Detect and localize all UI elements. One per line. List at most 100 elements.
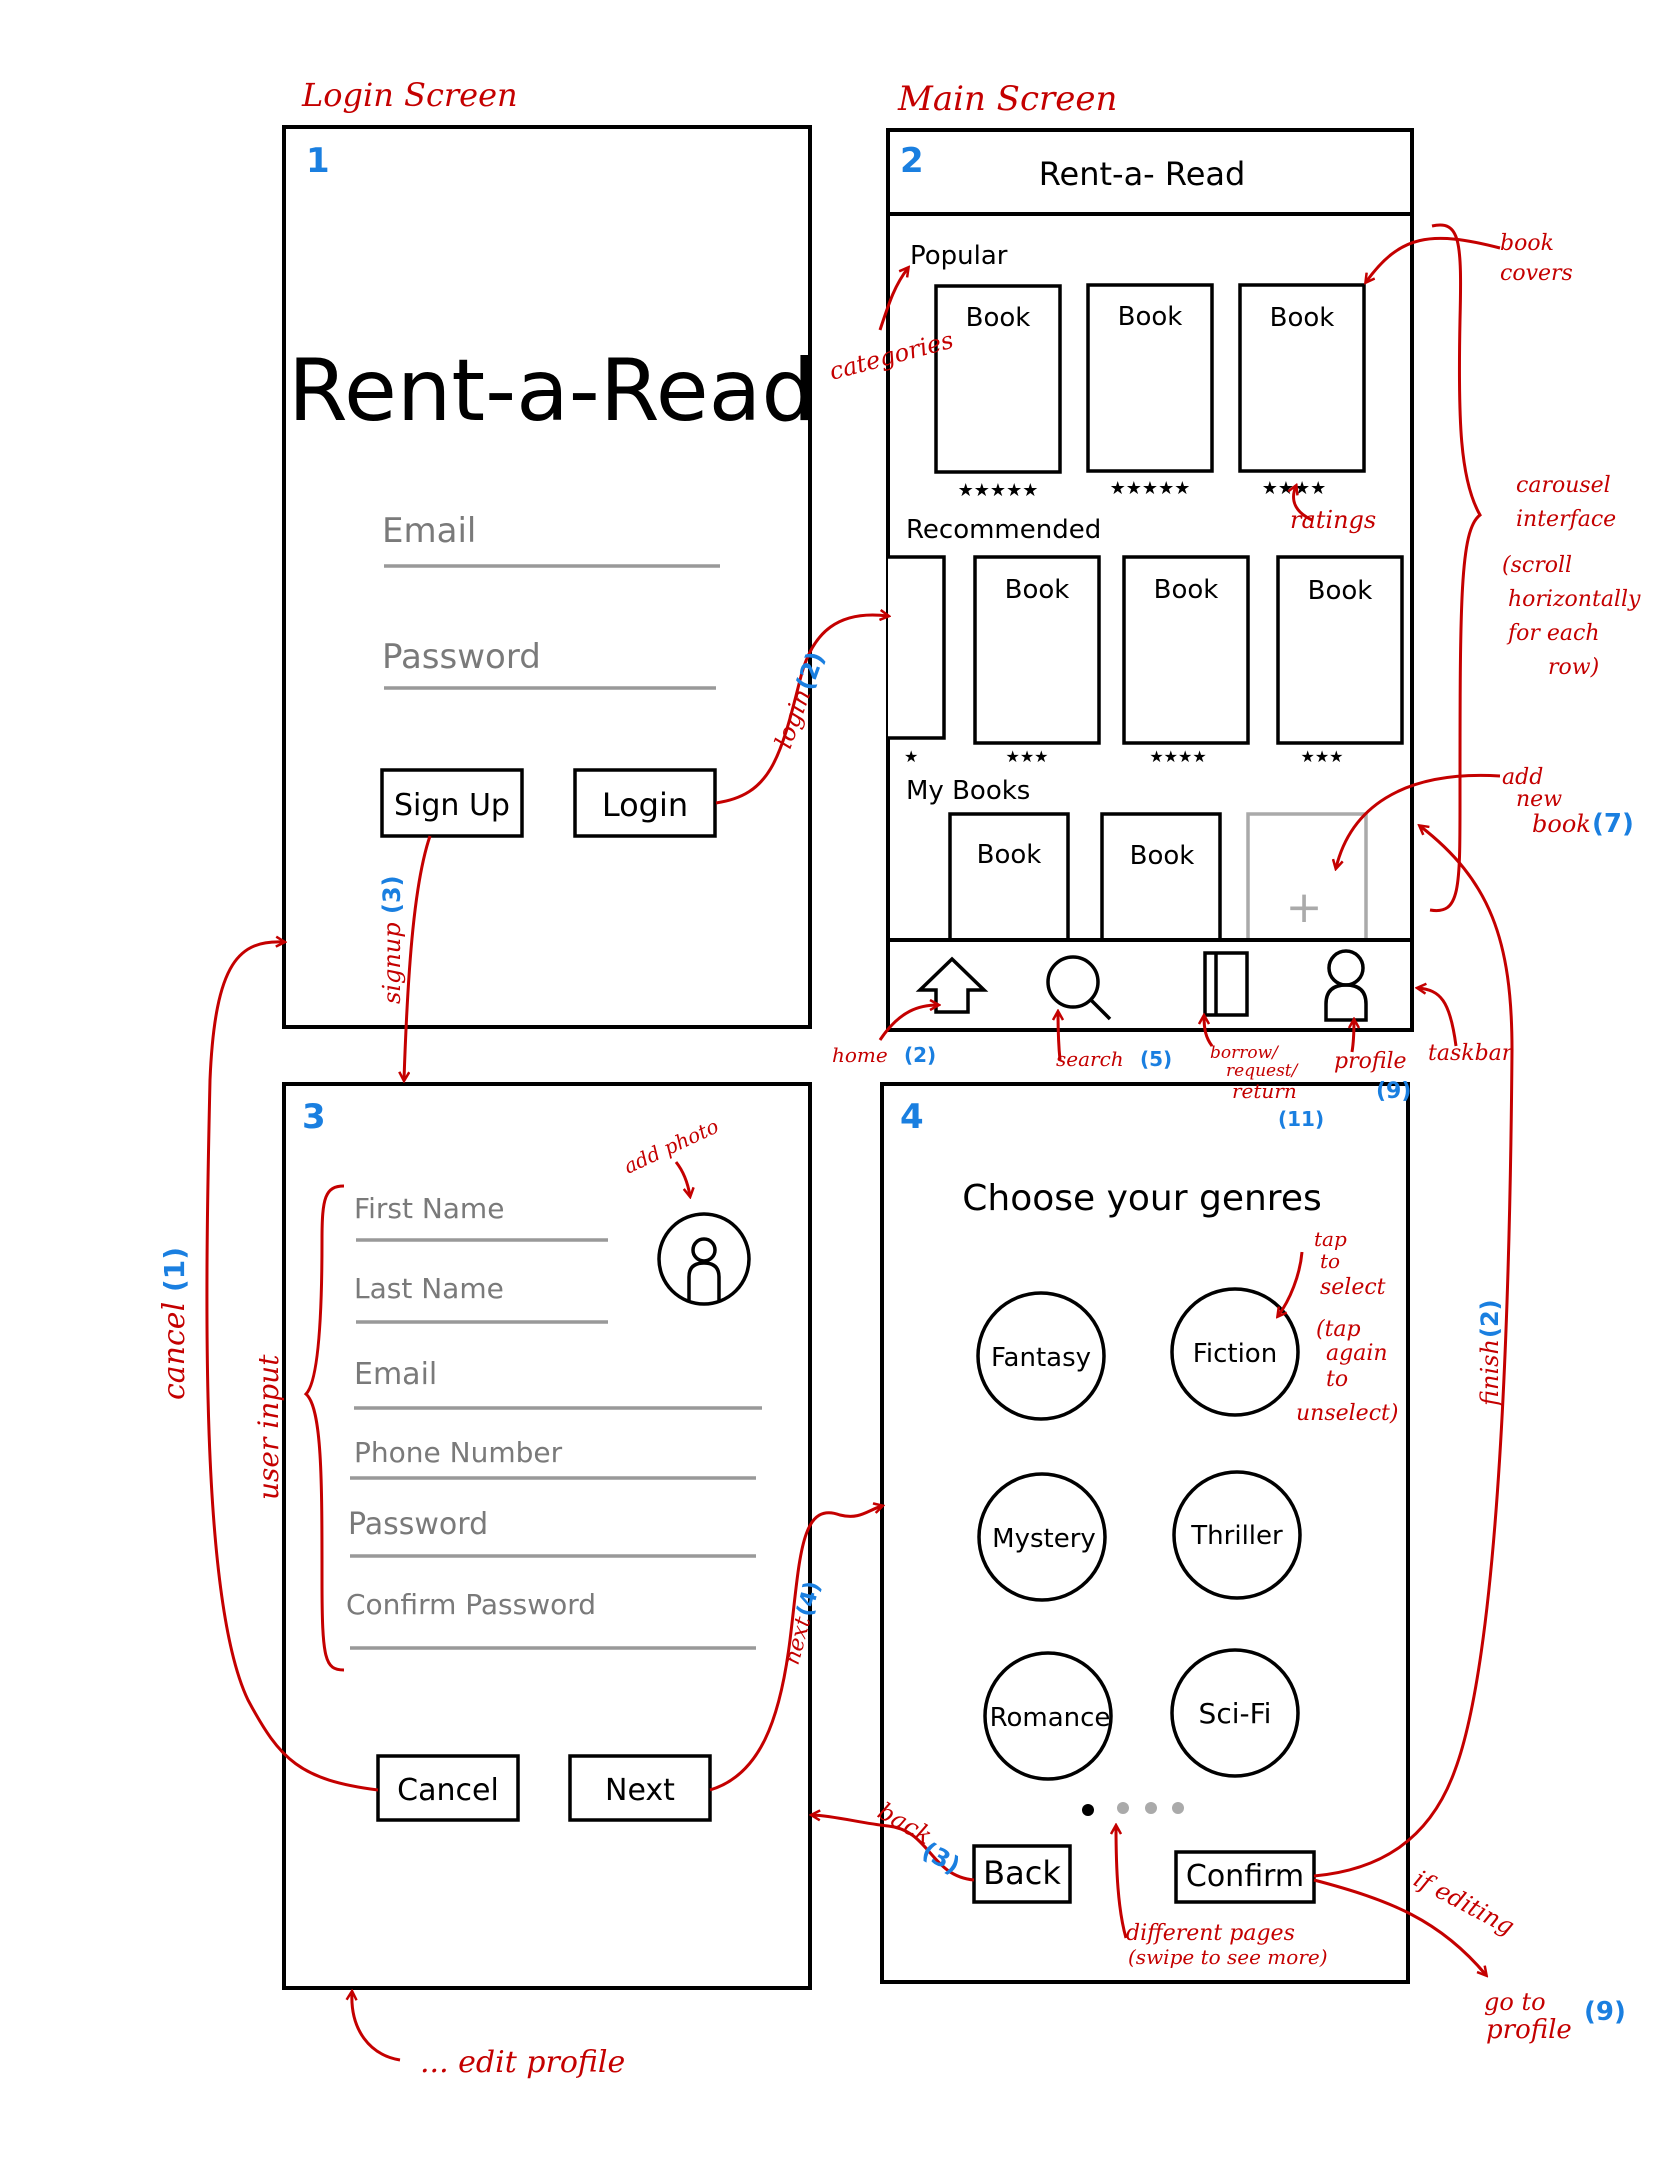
page-dot — [1172, 1802, 1184, 1814]
back-label: Back — [983, 1854, 1061, 1892]
add-photo-annotation: add photo — [620, 1114, 722, 1179]
home-annotation: home (2) — [832, 1043, 936, 1067]
first-name-field[interactable]: First Name — [354, 1192, 608, 1242]
back-button[interactable]: Back — [972, 1844, 1072, 1904]
user-input-annotation: user input — [252, 1354, 285, 1500]
sign-up-button[interactable]: Sign Up — [380, 768, 524, 838]
genre-romance[interactable]: Romance — [983, 1651, 1113, 1781]
genre-mystery[interactable]: Mystery — [977, 1472, 1107, 1602]
popular-book-card[interactable]: Book ★★★★★ — [1086, 283, 1214, 499]
svg-text:(3): (3) — [378, 875, 406, 914]
tap-annotation-line5: again — [1326, 1341, 1388, 1366]
email-field[interactable]: Email — [354, 1357, 762, 1410]
profile-annotation: profile — [1334, 1049, 1407, 1074]
carousel-annotation-line3: (scroll — [1502, 553, 1572, 578]
book-icon[interactable] — [1203, 951, 1249, 1017]
edit-profile-annotation: ... edit profile — [420, 2045, 625, 2080]
goto-profile-annotation-line1: go to — [1484, 1988, 1546, 2016]
book-cover-label: Book — [977, 840, 1042, 870]
svg-text:cancel: cancel — [157, 1302, 192, 1400]
search-icon[interactable] — [1046, 955, 1112, 1021]
tap-annotation-line1: tap — [1314, 1227, 1347, 1251]
taskbar-annotation: taskbar — [1428, 1041, 1514, 1066]
book-cover-label: Book — [966, 303, 1031, 333]
svg-text:finish: finish — [1476, 1339, 1504, 1408]
carousel-annotation-line2: interface — [1516, 507, 1616, 532]
borrow-annotation-line1: borrow/ — [1210, 1043, 1280, 1063]
svg-text:(2): (2) — [1476, 1299, 1504, 1338]
book-rating: ★ — [904, 747, 918, 766]
if-editing-annotation: if editing — [1409, 1865, 1519, 1941]
popular-book-card[interactable]: Book ★★★★ — [1238, 283, 1366, 499]
genre-fantasy[interactable]: Fantasy — [976, 1291, 1106, 1421]
recommended-book-card[interactable]: ★ — [888, 555, 946, 766]
my-book-card[interactable]: Book — [948, 812, 1070, 940]
carousel-brace — [1429, 223, 1482, 913]
taskbar-arrow — [1418, 988, 1458, 1047]
genre-label: Fantasy — [991, 1343, 1091, 1373]
tap-annotation-line4: (tap — [1316, 1317, 1361, 1342]
app-title: Rent-a-Read — [288, 341, 816, 441]
email-placeholder: Email — [354, 1357, 437, 1392]
book-rating: ★★★★★ — [958, 480, 1039, 501]
tap-annotation-line6: to — [1326, 1367, 1348, 1392]
my-books-label: My Books — [906, 776, 1030, 806]
popular-book-card[interactable]: Book ★★★★★ — [934, 284, 1062, 501]
page-indicator[interactable] — [1082, 1802, 1184, 1816]
genre-label: Mystery — [992, 1524, 1096, 1554]
phone-number-field[interactable]: Phone Number — [350, 1436, 756, 1480]
genre-thriller[interactable]: Thriller — [1172, 1470, 1302, 1600]
confirm-password-field[interactable]: Confirm Password — [346, 1588, 756, 1650]
recommended-book-card[interactable]: Book ★★★ — [1276, 555, 1404, 766]
categories-arrow — [878, 268, 908, 331]
tap-annotation-line3: select — [1320, 1275, 1386, 1300]
next-button[interactable]: Next — [568, 1754, 712, 1822]
login-button[interactable]: Login — [573, 768, 717, 838]
login-label: Login — [602, 786, 688, 824]
ratings-annotation: ratings — [1290, 506, 1376, 534]
add-new-book-button[interactable]: + — [1246, 812, 1368, 940]
svg-text:(5): (5) — [1140, 1047, 1172, 1071]
next-annotation: next (4) — [780, 1579, 826, 1668]
sign-up-label: Sign Up — [394, 788, 510, 823]
login-annotation: login (2) — [769, 648, 830, 752]
edit-profile-arrow — [352, 1992, 401, 2062]
password-field[interactable]: Password — [348, 1507, 756, 1558]
confirm-button[interactable]: Confirm — [1174, 1850, 1316, 1904]
svg-text:(7): (7) — [1592, 809, 1634, 839]
book-rating: ★★★ — [1300, 747, 1343, 766]
svg-text:(2): (2) — [791, 648, 831, 694]
my-book-card[interactable]: Book — [1100, 812, 1222, 940]
genres-title: Choose your genres — [962, 1178, 1321, 1219]
add-photo-button[interactable] — [657, 1212, 751, 1306]
genre-fiction[interactable]: Fiction — [1170, 1287, 1300, 1417]
genre-sci-fi[interactable]: Sci-Fi — [1170, 1648, 1300, 1778]
carousel-annotation-line6: row) — [1548, 655, 1599, 680]
carousel-annotation-line5: for each — [1506, 621, 1600, 646]
last-name-field[interactable]: Last Name — [354, 1272, 608, 1324]
pages-arrow — [1116, 1826, 1128, 1939]
recommended-book-card[interactable]: Book ★★★ — [973, 555, 1101, 766]
phone-placeholder: Phone Number — [354, 1436, 563, 1469]
popular-label: Popular — [910, 241, 1008, 271]
profile-arrow — [1352, 1020, 1354, 1053]
book-rating: ★★★★ — [1149, 747, 1206, 766]
profile-icon[interactable] — [1324, 949, 1368, 1022]
password-field[interactable]: Password — [382, 637, 716, 690]
cancel-flow-arrow — [205, 942, 379, 1792]
cancel-button[interactable]: Cancel — [376, 1754, 520, 1822]
profile-annotation-number: (9) — [1376, 1079, 1411, 1104]
email-field[interactable]: Email — [382, 511, 720, 568]
signup-annotation: signup (3) — [378, 875, 406, 1004]
book-rating: ★★★ — [1005, 747, 1048, 766]
recommended-book-card[interactable]: Book ★★★★ — [1122, 555, 1250, 766]
add-photo-arrow — [674, 1161, 690, 1196]
user-input-brace — [303, 1184, 345, 1672]
first-name-placeholder: First Name — [354, 1192, 504, 1225]
main-screen-title: Main Screen — [897, 79, 1117, 119]
goto-profile-annotation-line2: profile — [1486, 2015, 1572, 2045]
page-dot — [1145, 1802, 1157, 1814]
cancel-label: Cancel — [397, 1773, 499, 1808]
carousel-annotation-line1: carousel — [1516, 473, 1611, 498]
tap-annotation-line7: unselect) — [1296, 1401, 1398, 1426]
